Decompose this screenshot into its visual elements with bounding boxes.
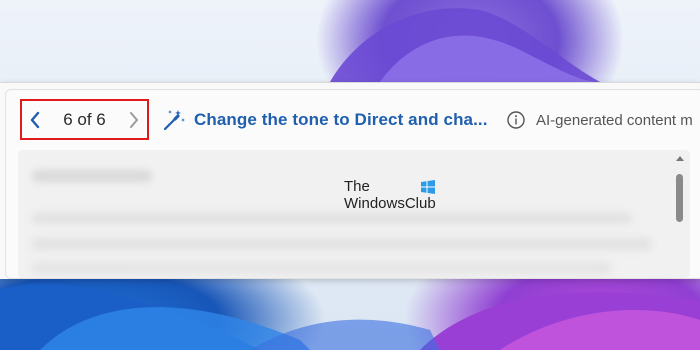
- scroll-thumb[interactable]: [676, 174, 683, 222]
- chevron-left-icon: [30, 111, 40, 128]
- pager-count: 6 of 6: [63, 109, 106, 129]
- watermark: The WindowsClub: [344, 178, 444, 214]
- rewrite-pager: 6 of 6: [20, 99, 149, 140]
- toolbar: 6 of 6 Change the tone to Direct and cha…: [0, 83, 700, 143]
- chevron-right-icon: [130, 111, 138, 128]
- ai-disclaimer-text: AI-generated content m: [536, 111, 693, 129]
- scroll-up-icon[interactable]: [675, 154, 685, 162]
- blurred-text-line: [32, 238, 652, 250]
- watermark-line-2: WindowsClub: [344, 195, 436, 212]
- info-icon[interactable]: [506, 110, 526, 130]
- magic-wand-icon: [163, 110, 185, 131]
- blurred-text-line: [32, 262, 612, 274]
- next-button[interactable]: [121, 101, 147, 138]
- blurred-text-line: [32, 212, 632, 224]
- change-tone-label: Change the tone to Direct and cha...: [194, 110, 488, 129]
- ai-disclaimer: AI-generated content m: [506, 105, 700, 135]
- windows-logo-icon: [421, 180, 435, 194]
- generated-text-area[interactable]: [18, 150, 690, 278]
- vertical-scrollbar[interactable]: [671, 150, 689, 278]
- change-tone-button[interactable]: Change the tone to Direct and cha...: [161, 105, 488, 135]
- blurred-text-line: [32, 170, 152, 182]
- previous-button[interactable]: [22, 101, 48, 138]
